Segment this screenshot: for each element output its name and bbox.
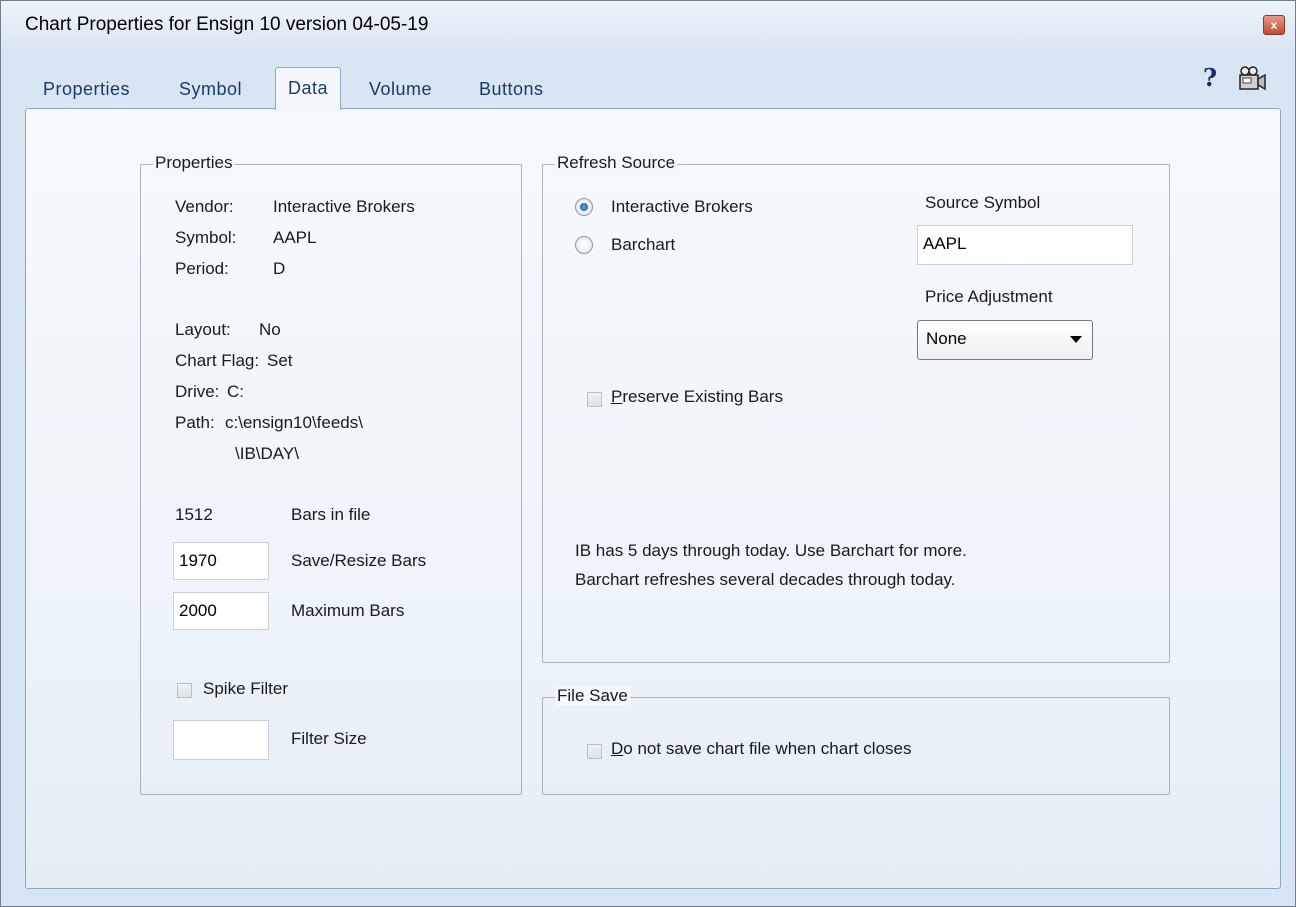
help-icon[interactable]: ? (1203, 63, 1217, 92)
properties-group: Properties Vendor: Interactive Brokers S… (140, 153, 522, 795)
preserve-label-rest: reserve Existing Bars (622, 387, 783, 406)
price-adjustment-value: None (926, 329, 967, 348)
price-adjustment-select[interactable]: None (917, 320, 1093, 360)
period-label: Period: (175, 259, 229, 278)
data-tab-panel: Properties Vendor: Interactive Brokers S… (25, 108, 1281, 889)
file-save-group-title: File Save (555, 686, 630, 706)
preserve-mnemonic: P (611, 387, 623, 406)
spike-filter-checkbox[interactable] (177, 683, 192, 698)
source-symbol-label: Source Symbol (925, 193, 1041, 212)
do-not-save-mnemonic: D (611, 739, 624, 758)
period-value: D (273, 259, 286, 278)
spike-filter-label: Spike Filter (203, 679, 289, 698)
radio-barchart-label[interactable]: Barchart (611, 235, 675, 255)
layout-label: Layout: (175, 320, 231, 339)
filter-size-input[interactable] (173, 720, 269, 760)
vendor-value: Interactive Brokers (273, 197, 415, 216)
price-adjustment-label: Price Adjustment (925, 287, 1053, 306)
tab-volume[interactable]: Volume (369, 75, 432, 109)
preserve-existing-bars-label[interactable]: Preserve Existing Bars (611, 387, 783, 407)
path-line-2: \IB\DAY\ (235, 444, 299, 463)
path-label: Path: (175, 413, 215, 432)
radio-barchart[interactable] (575, 236, 593, 254)
bars-in-file-value: 1512 (175, 505, 213, 524)
title-bar[interactable]: Chart Properties for Ensign 10 version 0… (1, 1, 1295, 47)
refresh-source-group-title: Refresh Source (555, 153, 678, 173)
chart-properties-window: Chart Properties for Ensign 10 version 0… (0, 0, 1296, 907)
do-not-save-label-rest: o not save chart file when chart closes (623, 739, 912, 758)
save-resize-bars-label: Save/Resize Bars (291, 551, 427, 570)
window-title: Chart Properties for Ensign 10 version 0… (25, 14, 429, 35)
save-resize-bars-input[interactable]: 1970 (173, 542, 269, 580)
refresh-info-line-1: IB has 5 days through today. Use Barchar… (575, 541, 967, 560)
preserve-existing-bars-checkbox[interactable] (587, 392, 602, 407)
file-save-group: File Save Do not save chart file when ch… (542, 686, 1170, 795)
filter-size-label: Filter Size (291, 729, 367, 748)
symbol-value: AAPL (273, 228, 317, 247)
maximum-bars-label: Maximum Bars (291, 601, 405, 620)
chevron-down-icon (1070, 336, 1082, 343)
source-symbol-input[interactable]: AAPL (917, 225, 1133, 265)
do-not-save-label[interactable]: Do not save chart file when chart closes (611, 739, 911, 759)
vendor-label: Vendor: (175, 197, 234, 216)
chart-flag-label: Chart Flag: (175, 351, 260, 370)
tab-buttons[interactable]: Buttons (479, 75, 544, 109)
bars-in-file-label: Bars in file (291, 505, 371, 524)
radio-interactive-brokers[interactable] (575, 198, 593, 216)
tab-symbol[interactable]: Symbol (179, 75, 242, 109)
camera-icon[interactable] (1237, 65, 1267, 93)
layout-value: No (259, 320, 281, 339)
radio-interactive-brokers-label[interactable]: Interactive Brokers (611, 197, 753, 217)
tab-data[interactable]: Data (275, 67, 342, 110)
drive-value: C: (227, 382, 244, 401)
close-button[interactable]: x (1263, 15, 1285, 35)
do-not-save-checkbox[interactable] (587, 744, 602, 759)
chart-flag-value: Set (267, 351, 293, 370)
properties-group-title: Properties (153, 153, 235, 173)
maximum-bars-input[interactable]: 2000 (173, 592, 269, 630)
refresh-source-group: Refresh Source Interactive Brokers Barch… (542, 153, 1170, 663)
drive-label: Drive: (175, 382, 220, 401)
path-line-1: c:\ensign10\feeds\ (225, 413, 363, 432)
symbol-label: Symbol: (175, 228, 237, 247)
tab-properties[interactable]: Properties (43, 75, 130, 109)
refresh-info-line-2: Barchart refreshes several decades throu… (575, 570, 956, 589)
